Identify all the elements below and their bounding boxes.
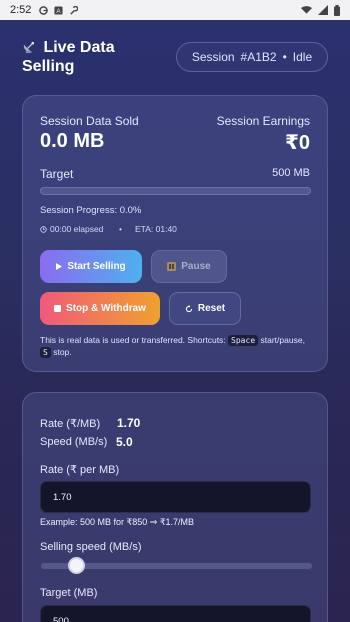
rate-input-label: Rate (₹ per MB) <box>40 464 120 476</box>
target-input-value: 500 <box>53 615 69 622</box>
g-icon <box>39 5 49 15</box>
rate-input[interactable]: 1.70 <box>40 481 311 513</box>
elapsed-row: 00:00 elapsed <box>40 224 103 234</box>
eta-separator: • <box>119 224 122 234</box>
note-text: This is real data is used or transferred… <box>40 335 226 345</box>
pause-label: Pause <box>181 261 211 272</box>
settings-card: Rate (₹/MB) 1.70 Speed (MB/s) 5.0 Rate (… <box>22 392 328 622</box>
reset-icon <box>185 304 193 312</box>
eta-text: ETA: 01:40 <box>135 224 177 234</box>
session-card: Session Data Sold 0.0 MB Session Earning… <box>22 95 328 372</box>
target-value: 500 MB <box>272 167 310 179</box>
info-note: This is real data is used or transferred… <box>40 334 312 358</box>
speed-slider-label: Selling speed (MB/s) <box>40 541 142 553</box>
pause-icon <box>167 262 177 271</box>
stop-icon <box>54 305 62 312</box>
a-icon: A <box>54 5 63 15</box>
data-sold-value: 0.0 MB <box>40 130 105 152</box>
target-input-label: Target (MB) <box>40 587 98 599</box>
note-end: stop. <box>53 347 72 357</box>
rate-summary-label: Rate (₹/MB) <box>40 418 101 430</box>
clock-icon <box>40 225 47 233</box>
earnings-label: Session Earnings <box>216 114 310 128</box>
kbd-space: Space <box>228 335 259 346</box>
reset-label: Reset <box>197 303 226 314</box>
start-selling-label: Start Selling <box>67 261 126 272</box>
battery-icon <box>334 4 340 16</box>
session-label: Session <box>191 50 235 64</box>
session-status-pill: Session #A1B2 • Idle <box>176 42 328 72</box>
stop-withdraw-label: Stop & Withdraw <box>66 303 146 314</box>
session-id: #A1B2 <box>240 50 277 64</box>
wrench-icon <box>70 5 79 15</box>
target-label: Target <box>40 167 74 181</box>
data-sold-label: Session Data Sold <box>40 114 139 128</box>
speed-slider-thumb[interactable] <box>68 557 86 574</box>
speed-slider[interactable] <box>41 557 312 574</box>
pause-button[interactable]: Pause <box>151 250 227 283</box>
rate-summary-value: 1.70 <box>117 416 141 430</box>
signal-icon <box>318 5 328 15</box>
stop-withdraw-button[interactable]: Stop & Withdraw <box>40 292 160 325</box>
play-icon <box>56 263 63 270</box>
reset-button[interactable]: Reset <box>169 292 241 325</box>
app-title: Live Data Selling <box>22 38 162 76</box>
wifi-icon <box>301 6 312 14</box>
session-separator: • <box>282 50 287 64</box>
rate-example: Example: 500 MB for ₹850 ⇒ ₹1.7/MB <box>40 517 195 527</box>
session-progress-bar <box>40 187 311 195</box>
start-selling-button[interactable]: Start Selling <box>40 250 142 283</box>
kbd-s: S <box>40 347 51 358</box>
speed-summary-value: 5.0 <box>116 435 133 449</box>
session-state: Idle <box>292 50 313 64</box>
note-mid: start/pause, <box>260 335 305 345</box>
earnings-value: ₹0 <box>284 132 310 154</box>
status-bar: 2:52 A <box>0 0 350 20</box>
speed-summary-label: Speed (MB/s) <box>40 436 108 448</box>
app-header: Live Data Selling Session #A1B2 • Idle <box>22 38 328 82</box>
satellite-dish-icon <box>23 41 35 54</box>
elapsed-text: 00:00 elapsed <box>50 224 104 234</box>
session-progress-text: Session Progress: 0.0% <box>40 205 142 216</box>
rate-input-value: 1.70 <box>53 491 72 503</box>
target-input[interactable]: 500 <box>40 605 311 622</box>
status-time: 2:52 <box>10 4 32 16</box>
